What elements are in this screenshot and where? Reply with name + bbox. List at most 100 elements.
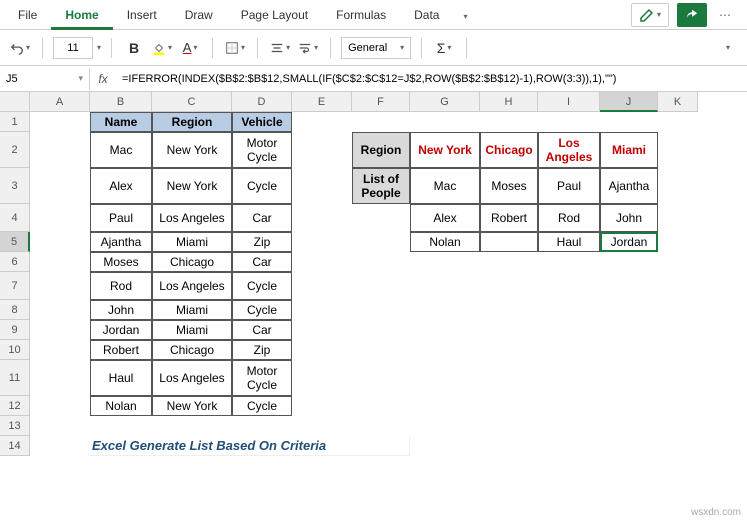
t1-header-region[interactable]: Region [152, 112, 232, 132]
t2-person[interactable]: Alex [410, 204, 480, 232]
row-header-2[interactable]: 2 [0, 132, 30, 168]
row-header-13[interactable]: 13 [0, 416, 30, 436]
col-header-c[interactable]: C [152, 92, 232, 112]
t1-region[interactable]: Chicago [152, 252, 232, 272]
t1-name[interactable]: Paul [90, 204, 152, 232]
row-header-10[interactable]: 10 [0, 340, 30, 360]
t1-name[interactable]: Rod [90, 272, 152, 300]
tab-formulas[interactable]: Formulas [322, 0, 400, 30]
t2-person[interactable]: Haul [538, 232, 600, 252]
tab-file[interactable]: File [4, 0, 51, 30]
t1-vehicle[interactable]: Zip [232, 340, 292, 360]
t2-list-label[interactable]: List of People [352, 168, 410, 204]
t1-vehicle[interactable]: Motor Cycle [232, 132, 292, 168]
row-header-4[interactable]: 4 [0, 204, 30, 232]
t1-name[interactable]: Ajantha [90, 232, 152, 252]
t1-region[interactable]: New York [152, 132, 232, 168]
t1-name[interactable]: Robert [90, 340, 152, 360]
t2-person[interactable]: Rod [538, 204, 600, 232]
row-header-14[interactable]: 14 [0, 436, 30, 456]
t1-vehicle[interactable]: Cycle [232, 300, 292, 320]
col-header-i[interactable]: I [538, 92, 600, 112]
font-size-dropdown[interactable]: ▾ [97, 43, 101, 52]
t1-region[interactable]: Miami [152, 320, 232, 340]
tab-home[interactable]: Home [51, 0, 112, 30]
t1-region[interactable]: New York [152, 168, 232, 204]
t1-region[interactable]: New York [152, 396, 232, 416]
row-header-12[interactable]: 12 [0, 396, 30, 416]
name-box-dropdown[interactable]: ▾ [78, 73, 83, 84]
t1-name[interactable]: John [90, 300, 152, 320]
t1-vehicle[interactable]: Car [232, 320, 292, 340]
row-header-9[interactable]: 9 [0, 320, 30, 340]
t2-person[interactable]: Jordan [600, 232, 658, 252]
name-box[interactable]: J5 ▾ [0, 68, 90, 90]
row-header-1[interactable]: 1 [0, 112, 30, 132]
share-button[interactable] [677, 3, 707, 27]
t1-name[interactable]: Alex [90, 168, 152, 204]
wrap-text-button[interactable]: ▾ [296, 36, 320, 60]
number-format-combo[interactable]: General ▾ [341, 37, 411, 59]
align-center-button[interactable]: ▾ [268, 36, 292, 60]
t2-person[interactable]: Mac [410, 168, 480, 204]
t1-region[interactable]: Chicago [152, 340, 232, 360]
t1-name[interactable]: Jordan [90, 320, 152, 340]
pen-button[interactable]: ▾ [631, 3, 669, 27]
row-header-6[interactable]: 6 [0, 252, 30, 272]
col-header-a[interactable]: A [30, 92, 90, 112]
fill-color-button[interactable]: ▾ [150, 36, 174, 60]
col-header-g[interactable]: G [410, 92, 480, 112]
t1-region[interactable]: Los Angeles [152, 272, 232, 300]
t2-region[interactable]: Los Angeles [538, 132, 600, 168]
t1-name[interactable]: Mac [90, 132, 152, 168]
tabs-overflow[interactable]: ▾ [453, 8, 475, 22]
t2-person[interactable]: Nolan [410, 232, 480, 252]
t1-region[interactable]: Miami [152, 232, 232, 252]
col-header-f[interactable]: F [352, 92, 410, 112]
t2-person[interactable]: Paul [538, 168, 600, 204]
t1-vehicle[interactable]: Motor Cycle [232, 360, 292, 396]
row-header-8[interactable]: 8 [0, 300, 30, 320]
t1-vehicle[interactable]: Car [232, 252, 292, 272]
more-button[interactable]: ⋯ [715, 3, 735, 27]
t1-region[interactable]: Miami [152, 300, 232, 320]
t1-region[interactable]: Los Angeles [152, 360, 232, 396]
t2-region[interactable]: New York [410, 132, 480, 168]
t1-header-name[interactable]: Name [90, 112, 152, 132]
collapse-ribbon-button[interactable]: ▾ [715, 36, 739, 60]
row-header-5[interactable]: 5 [0, 232, 30, 252]
t1-region[interactable]: Los Angeles [152, 204, 232, 232]
t1-header-vehicle[interactable]: Vehicle [232, 112, 292, 132]
bold-button[interactable]: B [122, 36, 146, 60]
t2-region[interactable]: Miami [600, 132, 658, 168]
t1-vehicle[interactable]: Cycle [232, 168, 292, 204]
t1-name[interactable]: Moses [90, 252, 152, 272]
t2-person[interactable]: Moses [480, 168, 538, 204]
tab-draw[interactable]: Draw [171, 0, 227, 30]
t1-name[interactable]: Nolan [90, 396, 152, 416]
col-header-e[interactable]: E [292, 92, 352, 112]
row-header-11[interactable]: 11 [0, 360, 30, 396]
t2-person[interactable] [480, 232, 538, 252]
t1-vehicle[interactable]: Cycle [232, 272, 292, 300]
col-header-b[interactable]: B [90, 92, 152, 112]
formula-input[interactable]: =IFERROR(INDEX($B$2:$B$12,SMALL(IF($C$2:… [116, 73, 747, 85]
t1-vehicle[interactable]: Zip [232, 232, 292, 252]
tab-data[interactable]: Data [400, 0, 453, 30]
row-header-7[interactable]: 7 [0, 272, 30, 300]
tab-insert[interactable]: Insert [113, 0, 171, 30]
col-header-d[interactable]: D [232, 92, 292, 112]
t2-person[interactable]: Ajantha [600, 168, 658, 204]
col-header-k[interactable]: K [658, 92, 698, 112]
col-header-h[interactable]: H [480, 92, 538, 112]
autosum-button[interactable]: Σ ▾ [432, 36, 456, 60]
t2-person[interactable]: John [600, 204, 658, 232]
fx-button[interactable]: fx [90, 72, 116, 86]
select-all-corner[interactable] [0, 92, 30, 112]
t1-vehicle[interactable]: Cycle [232, 396, 292, 416]
font-color-button[interactable]: A ▾ [178, 36, 202, 60]
t2-region-label[interactable]: Region [352, 132, 410, 168]
col-header-j[interactable]: J [600, 92, 658, 112]
t1-vehicle[interactable]: Car [232, 204, 292, 232]
tab-page-layout[interactable]: Page Layout [227, 0, 322, 30]
